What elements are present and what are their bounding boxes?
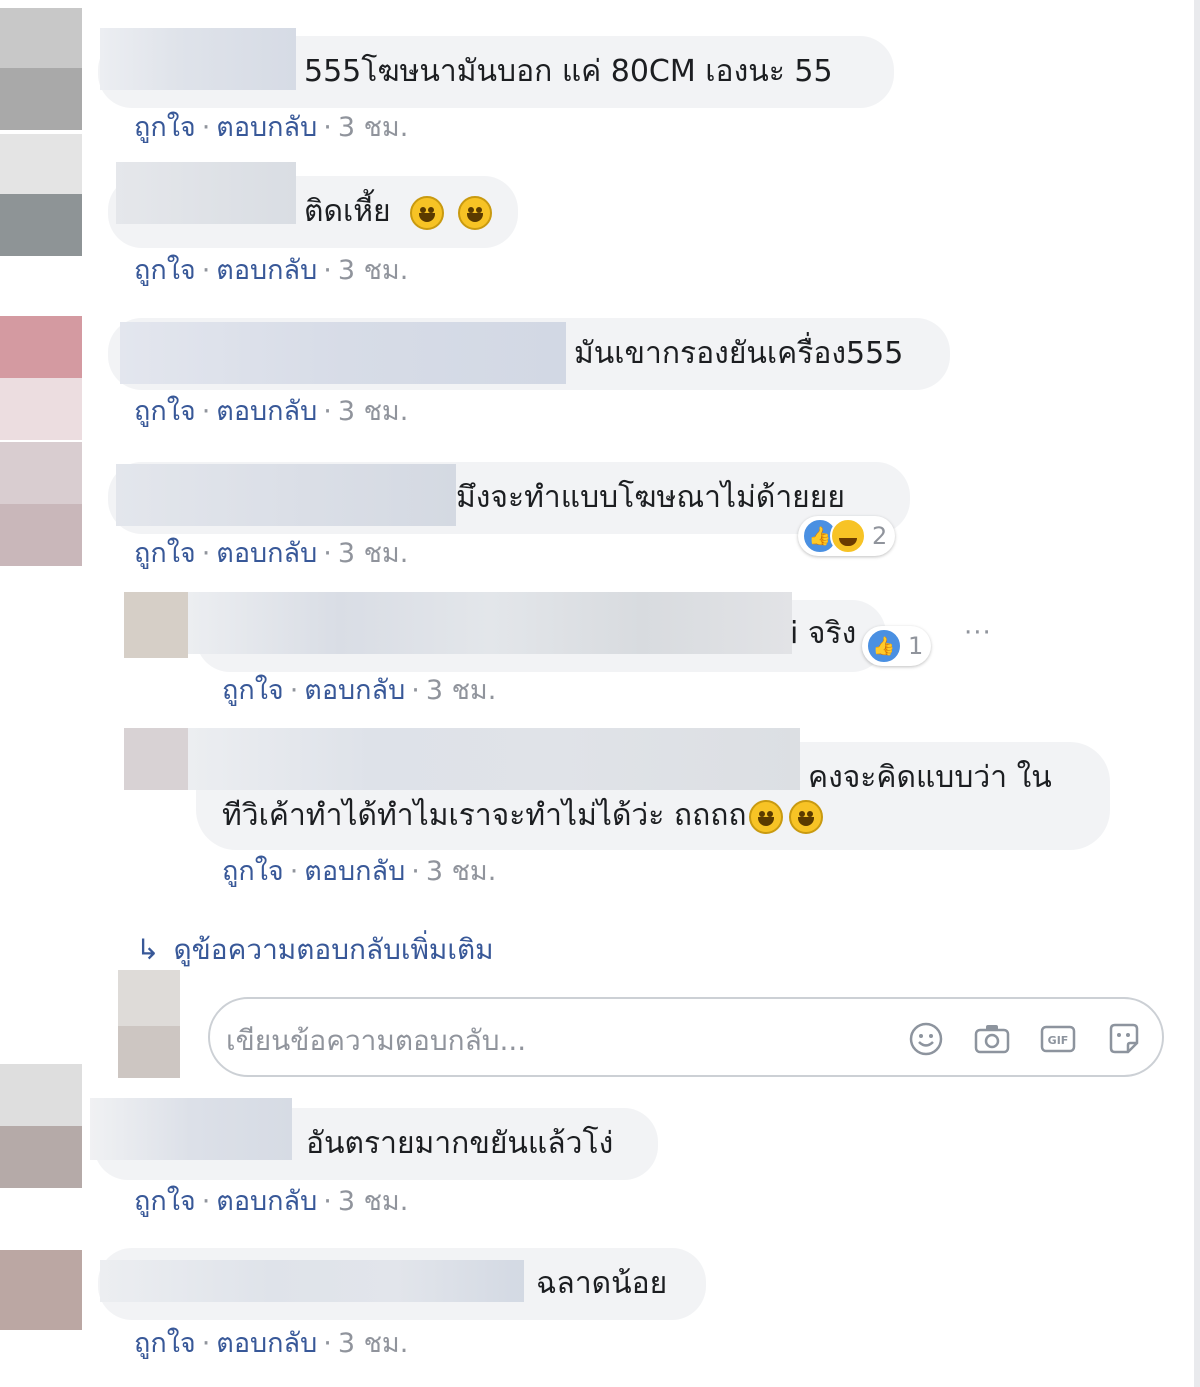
blurred-author-name <box>120 322 566 384</box>
avatar[interactable] <box>0 1064 82 1188</box>
timestamp[interactable]: 3 ชม. <box>338 538 408 569</box>
like-link[interactable]: ถูกใจ <box>222 675 284 706</box>
blurred-author-name <box>90 1098 292 1160</box>
rolling-laughing-emoji-icon <box>410 195 445 230</box>
avatar[interactable] <box>0 1250 82 1330</box>
scrollbar-track[interactable] <box>1194 0 1200 1387</box>
camera-icon[interactable] <box>972 1019 1012 1059</box>
comment-text: มึงจะทำแบบโฆษณาไม่ด้ายยย <box>456 480 845 515</box>
reply-text-line-1: คงจะคิดแบบว่า ใน <box>808 760 1052 795</box>
comment-text: อันตรายมากขยันแล้วโง่ <box>306 1126 614 1161</box>
blurred-author-name <box>116 162 296 224</box>
current-user-avatar[interactable] <box>118 970 180 1078</box>
like-link[interactable]: ถูกใจ <box>134 396 196 427</box>
blurred-author-name <box>100 28 296 90</box>
blurred-author-name <box>100 1260 524 1302</box>
avatar[interactable] <box>124 592 188 658</box>
laughing-tears-emoji-icon <box>788 799 823 834</box>
comment-actions: ถูกใจ · ตอบกลับ · 3 ชม. <box>134 112 409 143</box>
reply-link[interactable]: ตอบกลับ <box>304 856 405 887</box>
reply-link[interactable]: ตอบกลับ <box>216 396 317 427</box>
comment-text: ฉลาดน้อย <box>536 1266 668 1301</box>
sticker-icon[interactable] <box>1104 1019 1144 1059</box>
ellipsis-icon[interactable]: ··· <box>964 618 992 648</box>
like-link[interactable]: ถูกใจ <box>222 856 284 887</box>
blurred-author-name <box>116 464 456 526</box>
timestamp[interactable]: 3 ชม. <box>338 255 408 286</box>
reply-input-box: GIF <box>208 997 1164 1077</box>
reply-actions: ถูกใจ · ตอบกลับ · 3 ชม. <box>222 675 497 706</box>
thumbs-up-icon: 👍 <box>866 628 902 664</box>
comment-actions: ถูกใจ · ตอบกลับ · 3 ชม. <box>134 1186 409 1217</box>
reply-link[interactable]: ตอบกลับ <box>216 1186 317 1217</box>
like-link[interactable]: ถูกใจ <box>134 538 196 569</box>
avatar[interactable] <box>0 134 82 256</box>
reactions-summary[interactable]: 👍 1 <box>862 626 932 666</box>
reply-text-line-2: ทีวิเค้าทำได้ทำไมเราจะทำไม่ได้ว่ะ ถถถถ <box>222 798 823 834</box>
reply-link[interactable]: ตอบกลับ <box>216 538 317 569</box>
comment-actions: ถูกใจ · ตอบกลับ · 3 ชม. <box>134 396 409 427</box>
avatar[interactable] <box>0 442 82 566</box>
laughing-face-icon <box>830 518 866 554</box>
comment-text: 555โฆษนามันบอก แค่ 80CM เองนะ 55 <box>304 54 833 89</box>
blurred-author-name <box>188 728 800 790</box>
timestamp[interactable]: 3 ชม. <box>338 1328 408 1359</box>
reply-link[interactable]: ตอบกลับ <box>216 1328 317 1359</box>
timestamp[interactable]: 3 ชม. <box>426 675 496 706</box>
view-more-replies-link[interactable]: ↳ ดูข้อความตอบกลับเพิ่มเติม <box>136 928 494 972</box>
reaction-count: 1 <box>908 632 924 660</box>
like-link[interactable]: ถูกใจ <box>134 112 196 143</box>
reply-link[interactable]: ตอบกลับ <box>216 255 317 286</box>
laughing-tears-emoji-icon <box>748 799 783 834</box>
comment-actions: ถูกใจ · ตอบกลับ · 3 ชม. <box>134 255 409 286</box>
reply-arrow-icon: ↳ <box>136 933 160 966</box>
like-link[interactable]: ถูกใจ <box>134 1328 196 1359</box>
reply-text: i จริง <box>790 616 857 651</box>
reply-link[interactable]: ตอบกลับ <box>304 675 405 706</box>
reply-actions: ถูกใจ · ตอบกลับ · 3 ชม. <box>222 856 497 887</box>
comment-actions: ถูกใจ · ตอบกลับ · 3 ชม. <box>134 1328 409 1359</box>
svg-text:GIF: GIF <box>1048 1034 1069 1047</box>
reply-link[interactable]: ตอบกลับ <box>216 112 317 143</box>
timestamp[interactable]: 3 ชม. <box>338 1186 408 1217</box>
comment-text: มันเขากรองยันเครื่อง555 <box>574 336 904 371</box>
reactions-summary[interactable]: 👍 2 <box>798 516 896 556</box>
rolling-laughing-emoji-icon <box>457 195 492 230</box>
avatar[interactable] <box>0 316 82 440</box>
reply-input[interactable] <box>224 1019 868 1061</box>
comment-text: ติดเหี้ย <box>304 194 492 230</box>
blurred-author-name <box>188 592 792 654</box>
avatar[interactable] <box>0 8 82 130</box>
timestamp[interactable]: 3 ชม. <box>338 396 408 427</box>
like-link[interactable]: ถูกใจ <box>134 255 196 286</box>
smiley-icon[interactable] <box>906 1019 946 1059</box>
timestamp[interactable]: 3 ชม. <box>426 856 496 887</box>
comment-actions: ถูกใจ · ตอบกลับ · 3 ชม. <box>134 538 409 569</box>
like-link[interactable]: ถูกใจ <box>134 1186 196 1217</box>
reaction-count: 2 <box>872 522 888 550</box>
timestamp[interactable]: 3 ชม. <box>338 112 408 143</box>
avatar[interactable] <box>124 728 188 790</box>
gif-icon[interactable]: GIF <box>1038 1019 1078 1059</box>
